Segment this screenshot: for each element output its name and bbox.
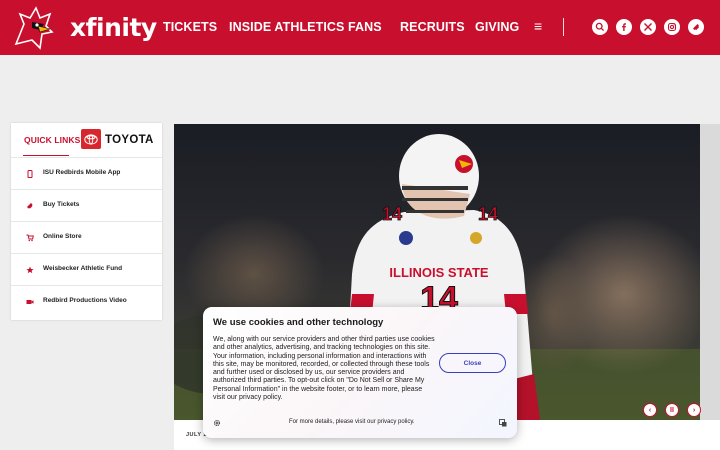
quick-links-card: QUICK LINKS TOYOTA ISU Redbirds Mobile A… xyxy=(11,123,162,320)
sponsor-logo[interactable]: xfinity xyxy=(70,13,157,42)
star-icon xyxy=(26,266,34,274)
quick-links-title: QUICK LINKS xyxy=(24,135,81,145)
shoulder-number-left: 14 xyxy=(382,204,402,224)
quick-link-label: Redbird Productions Video xyxy=(43,297,127,304)
shoulder-number-right: 14 xyxy=(478,204,498,224)
header-divider xyxy=(563,18,564,36)
quick-link-online-store[interactable]: Online Store xyxy=(11,221,162,253)
quick-link-athletic-fund[interactable]: Weisbecker Athletic Fund xyxy=(11,253,162,285)
quick-link-label: Buy Tickets xyxy=(43,201,80,208)
tickets-icon[interactable] xyxy=(688,19,704,35)
site-header: xfinity TICKETS INSIDE ATHLETICS FANS RE… xyxy=(0,0,720,55)
partner-name[interactable]: TOYOTA xyxy=(105,134,154,146)
cookie-title: We use cookies and other technology xyxy=(213,317,384,328)
prev-slide-button[interactable]: ‹ xyxy=(643,403,657,417)
privacy-policy-link[interactable]: For more details, please visit our priva… xyxy=(289,419,415,425)
nav-fans[interactable]: FANS xyxy=(348,20,382,34)
quick-link-label: ISU Redbirds Mobile App xyxy=(43,169,121,176)
pause-icon: II xyxy=(670,406,674,414)
quick-link-mobile-app[interactable]: ISU Redbirds Mobile App xyxy=(11,157,162,189)
quick-link-label: Weisbecker Athletic Fund xyxy=(43,265,123,272)
chevron-left-icon: ‹ xyxy=(648,406,652,414)
ticket-icon xyxy=(27,203,33,209)
quick-link-productions-video[interactable]: Redbird Productions Video xyxy=(11,285,162,317)
nav-giving[interactable]: GIVING xyxy=(475,20,519,34)
jersey-team-text: ILLINOIS STATE xyxy=(389,265,489,280)
menu-icon[interactable]: ≡ xyxy=(534,18,542,34)
video-icon xyxy=(26,300,34,304)
nav-inside-athletics[interactable]: INSIDE ATHLETICS xyxy=(229,20,345,34)
facebook-icon[interactable] xyxy=(616,19,632,35)
quick-link-label: Online Store xyxy=(43,233,82,240)
mobile-icon xyxy=(27,170,33,178)
close-button[interactable]: Close xyxy=(439,353,506,373)
search-icon[interactable] xyxy=(592,19,608,35)
pause-slide-button[interactable]: II xyxy=(665,403,679,417)
settings-gear-icon[interactable] xyxy=(213,419,221,427)
translate-icon[interactable] xyxy=(499,419,507,427)
redbird-logo[interactable] xyxy=(10,4,58,52)
chevron-right-icon: › xyxy=(692,406,696,414)
cart-icon xyxy=(26,234,34,242)
toyota-logo-icon[interactable] xyxy=(81,129,101,149)
nav-recruits[interactable]: RECRUITS xyxy=(400,20,465,34)
x-icon[interactable] xyxy=(640,19,656,35)
instagram-icon[interactable] xyxy=(664,19,680,35)
nav-tickets[interactable]: TICKETS xyxy=(163,20,217,34)
next-slide-button[interactable]: › xyxy=(687,403,701,417)
quick-links-underline xyxy=(23,155,69,156)
next-slide-peek xyxy=(700,124,720,420)
cookie-banner: We use cookies and other technology We, … xyxy=(203,307,517,438)
quick-link-buy-tickets[interactable]: Buy Tickets xyxy=(11,189,162,221)
cookie-body: We, along with our service providers and… xyxy=(213,336,435,402)
